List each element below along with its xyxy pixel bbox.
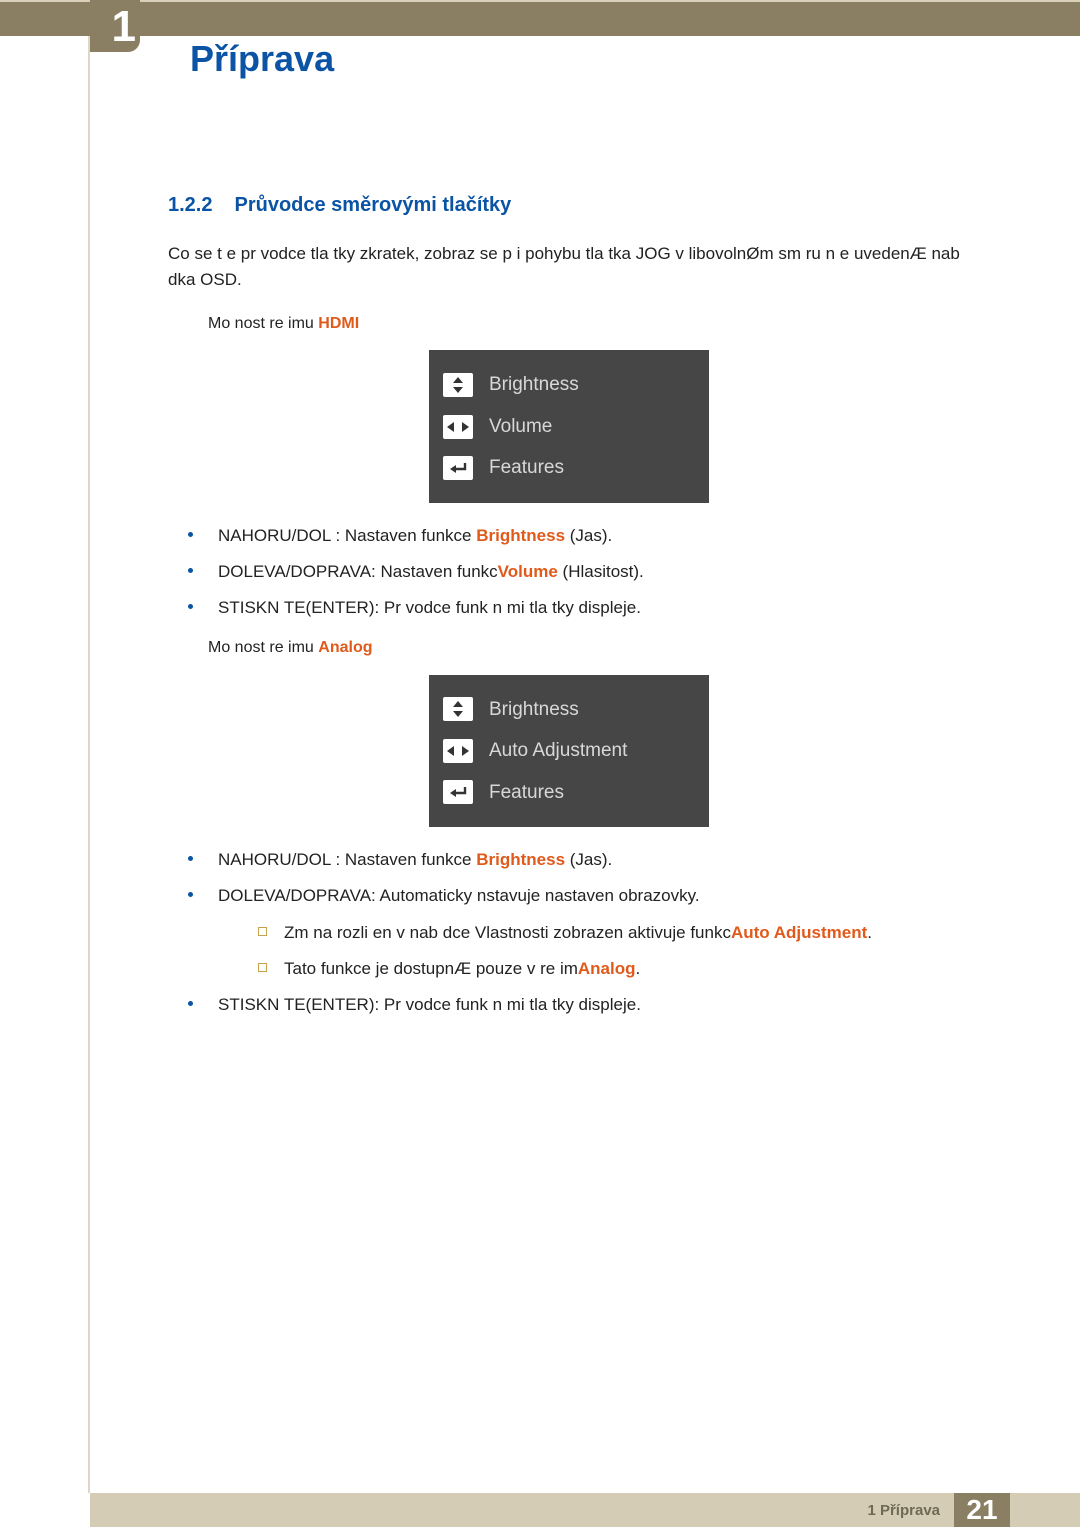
list-item: Zm na rozli en v nab dce Vlastnosti zobr… [258, 920, 970, 946]
mode-name: HDMI [318, 315, 359, 332]
list-item: NAHORU/DOL : Nastaven funkce Brightness … [188, 847, 970, 873]
page-content: 1.2.2 Průvodce směrovými tlačítky Co se t… [168, 190, 970, 1033]
section-heading: 1.2.2 Průvodce směrovými tlačítky [168, 190, 970, 221]
osd-row: Features [443, 447, 693, 488]
osd-label: Features [489, 453, 564, 482]
osd-label: Volume [489, 412, 552, 441]
list-item: NAHORU/DOL : Nastaven funkce Brightness … [188, 523, 970, 549]
osd-row: Volume [443, 406, 693, 447]
osd-row: Brightness [443, 364, 693, 405]
left-right-icon [443, 739, 473, 763]
chapter-title: Příprava [190, 38, 334, 80]
list-item: STISKN TE(ENTER): Pr vodce funk n mi tla… [188, 595, 970, 621]
section-number: 1.2.2 [168, 194, 212, 216]
osd-row: Auto Adjustment [443, 730, 693, 771]
list-item: STISKN TE(ENTER): Pr vodce funk n mi tla… [188, 992, 970, 1018]
enter-icon [443, 780, 473, 804]
page-number: 21 [954, 1493, 1010, 1527]
left-right-icon [443, 415, 473, 439]
enter-icon [443, 456, 473, 480]
section-title: Průvodce směrovými tlačítky [234, 194, 511, 216]
footer-label: 1 Příprava [867, 1502, 940, 1519]
osd-panel-hdmi: Brightness Volume Features [429, 350, 709, 502]
osd-label: Brightness [489, 370, 579, 399]
osd-panel-analog: Brightness Auto Adjustment Features [429, 675, 709, 827]
up-down-icon [443, 373, 473, 397]
bullet-list-hdmi: NAHORU/DOL : Nastaven funkce Brightness … [188, 523, 970, 622]
osd-row: Features [443, 772, 693, 813]
chapter-tab: 1 [90, 0, 140, 52]
mode-prefix: Mo nost re imu [208, 315, 318, 332]
list-item: DOLEVA/DOPRAVA: Nastaven funkcVolume (Hl… [188, 559, 970, 585]
mode-name: Analog [318, 639, 372, 656]
mode-label-analog: Mo nost re imu Analog [208, 636, 970, 661]
footer: 1 Příprava 21 [90, 1493, 1080, 1527]
left-rule [88, 36, 90, 1493]
up-down-icon [443, 697, 473, 721]
top-band [0, 0, 1080, 36]
osd-label: Brightness [489, 695, 579, 724]
list-item: Tato funkce je dostupnÆ pouze v re imAna… [258, 956, 970, 982]
list-item: DOLEVA/DOPRAVA: Automaticky nstavuje nas… [188, 883, 970, 982]
mode-label-hdmi: Mo nost re imu HDMI [208, 312, 970, 337]
osd-label: Auto Adjustment [489, 736, 627, 765]
chapter-number: 1 [112, 2, 136, 52]
mode-prefix: Mo nost re imu [208, 639, 318, 656]
osd-row: Brightness [443, 689, 693, 730]
intro-paragraph: Co se t e pr vodce tla tky zkratek, zobr… [168, 241, 970, 294]
osd-label: Features [489, 778, 564, 807]
sub-list: Zm na rozli en v nab dce Vlastnosti zobr… [258, 920, 970, 983]
bullet-list-analog: NAHORU/DOL : Nastaven funkce Brightness … [188, 847, 970, 1019]
